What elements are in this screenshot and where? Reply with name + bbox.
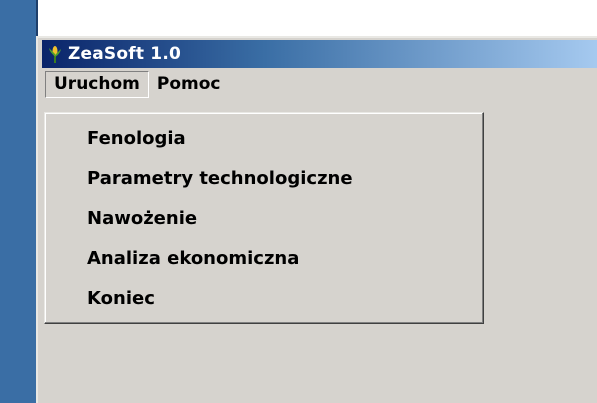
desktop-background [0,0,36,403]
menu-uruchom[interactable]: Uruchom [45,70,149,98]
menu-item-nawozenie[interactable]: Nawożenie [45,199,483,239]
uruchom-dropdown-menu: Fenologia Parametry technologiczne Nawoż… [44,112,484,324]
title-bar[interactable]: ZeaSoft 1.0 [42,40,597,68]
corn-plant-icon [46,44,64,64]
menu-item-koniec[interactable]: Koniec [45,279,483,319]
menu-item-fenologia[interactable]: Fenologia [45,119,483,159]
menu-item-parametry-technologiczne[interactable]: Parametry technologiczne [45,159,483,199]
menu-pomoc[interactable]: Pomoc [149,72,229,97]
window-title: ZeaSoft 1.0 [68,44,182,64]
menu-item-analiza-ekonomiczna[interactable]: Analiza ekonomiczna [45,239,483,279]
menu-bar: Uruchom Pomoc [42,70,597,98]
